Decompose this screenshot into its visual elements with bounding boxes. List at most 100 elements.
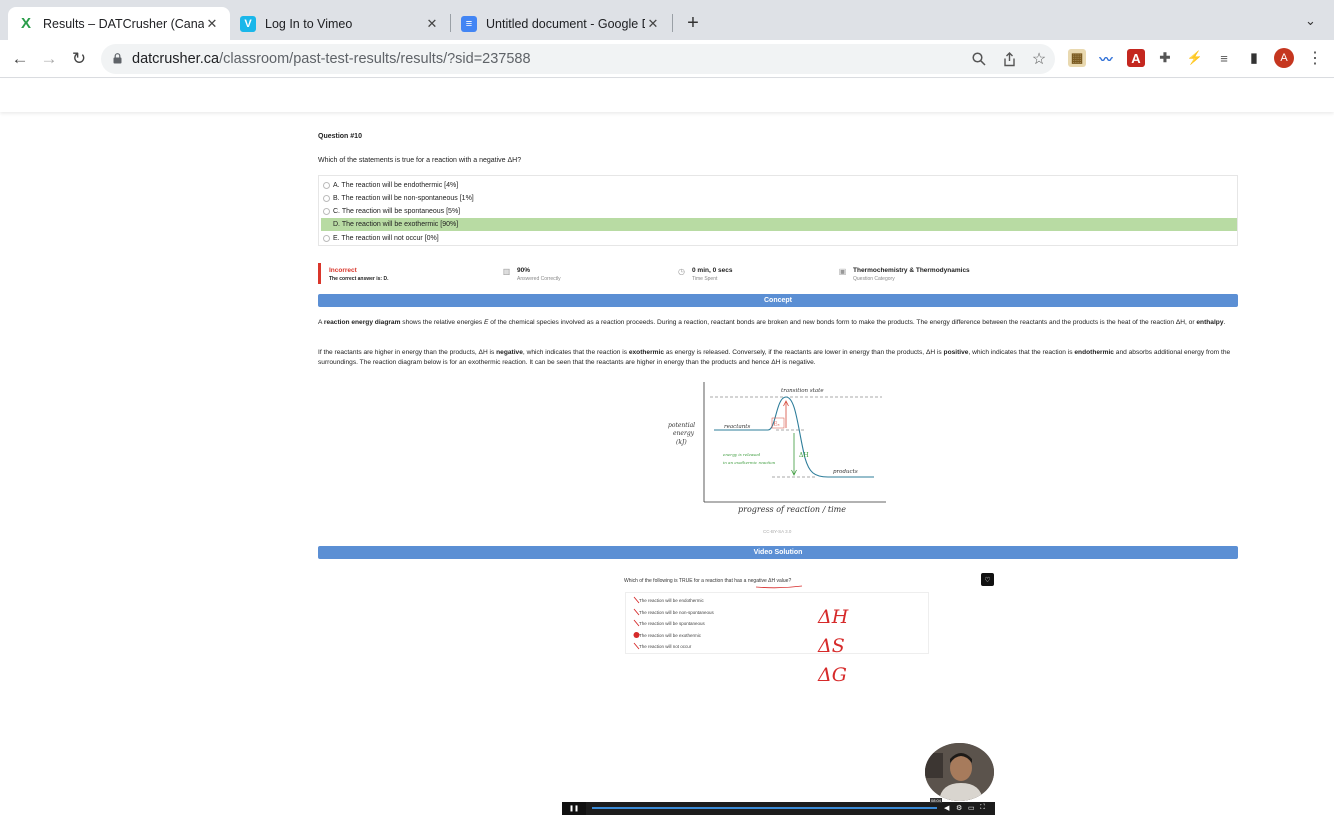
video-question-text: Which of the following is TRUE for a rea… — [624, 578, 792, 584]
radio-icon[interactable] — [323, 182, 330, 189]
media-queue-icon[interactable]: ≡ — [1215, 49, 1233, 67]
percent-correct: 90% — [517, 267, 531, 274]
result-status: Incorrect — [329, 267, 357, 274]
results-content: Question #10 Which of the statements is … — [318, 112, 1238, 834]
video-choice: The reaction will be non-spontaneous — [639, 610, 714, 615]
radio-icon[interactable] — [323, 208, 330, 215]
radio-icon[interactable] — [323, 221, 330, 228]
handwriting-dh: ΔH — [818, 606, 849, 628]
pip-icon[interactable]: ▭ — [968, 804, 975, 812]
tab-title: Results – DATCrusher (Canadian — [43, 16, 204, 31]
transition-state-label: transition state — [781, 388, 824, 394]
question-text: Which of the statements is true for a re… — [318, 157, 522, 164]
image-credit: CC-BY-SA 3.0 — [763, 529, 792, 534]
close-tab-icon[interactable]: ✕ — [645, 16, 661, 32]
close-tab-icon[interactable]: ✕ — [204, 16, 220, 32]
lock-icon — [113, 53, 122, 64]
google-docs-favicon-icon: ≡ — [461, 15, 477, 32]
video-choice: The reaction will not occur — [639, 644, 692, 649]
wave-extension-icon[interactable]: 〰 — [1097, 49, 1115, 67]
tab-strip: X Results – DATCrusher (Canadian ✕ V Log… — [0, 0, 1334, 40]
handwriting-ds: ΔS — [818, 635, 845, 657]
y-axis-label-2: energy — [673, 430, 695, 437]
tab-vimeo[interactable]: V Log In to Vimeo ✕ — [230, 7, 450, 40]
answer-choice[interactable]: B. The reaction will be non-spontaneous … — [321, 192, 1237, 205]
reload-icon[interactable]: ↻ — [68, 48, 90, 70]
tab-google-docs[interactable]: ≡ Untitled document - Google Docs ✕ — [451, 7, 671, 40]
tab-separator — [672, 14, 673, 32]
question-number: Question #10 — [318, 133, 362, 140]
datcrusher-favicon-icon: X — [20, 15, 31, 32]
share-icon[interactable] — [1000, 50, 1018, 68]
answer-choice-correct[interactable]: D. The reaction will be exothermic [90%] — [321, 218, 1237, 231]
incorrect-indicator — [318, 263, 321, 284]
y-axis-label-1: potential — [668, 422, 695, 429]
choice-label: A. The reaction will be endothermic [4%] — [333, 182, 459, 189]
fullscreen-icon[interactable]: ⛶ — [980, 804, 985, 812]
bar-chart-icon: ▥ — [502, 267, 511, 276]
tab-title: Untitled document - Google Docs — [486, 16, 645, 31]
video-progress-bar[interactable] — [592, 807, 937, 809]
video-choice: The reaction will be exothermic — [639, 633, 702, 638]
tab-search-chevron-icon[interactable]: ⌄ — [1305, 13, 1316, 29]
close-tab-icon[interactable]: ✕ — [424, 16, 440, 32]
choice-label: B. The reaction will be non-spontaneous … — [333, 195, 474, 202]
pause-button[interactable]: ❚❚ — [562, 802, 586, 815]
concept-paragraph-2: If the reactants are higher in energy th… — [318, 349, 1231, 366]
time-spent: 0 min, 0 secs — [692, 267, 733, 274]
profile-avatar[interactable]: A — [1274, 48, 1294, 68]
new-tab-plus-icon[interactable]: + — [682, 12, 704, 34]
extensions-puzzle-icon[interactable]: ✚ — [1156, 49, 1174, 67]
choice-label: E. The reaction will not occur [0%] — [333, 235, 439, 242]
calendar-icon: ▣ — [838, 267, 847, 276]
cross-out-marks — [633, 596, 640, 650]
presenter-webcam — [925, 743, 994, 801]
like-heart-icon[interactable]: ♡ — [981, 573, 994, 586]
released-label-2: in an exothermic reaction — [723, 460, 776, 465]
question-category: Thermochemistry & Thermodynamics — [853, 267, 970, 274]
video-solution-heading: Video Solution — [318, 546, 1238, 559]
reactants-label: reactants — [724, 424, 750, 430]
correct-answer-text: The correct answer is: D. — [329, 276, 389, 282]
presenter-avatar — [925, 743, 994, 801]
time-spent-label: Time Spent — [692, 276, 718, 282]
speed-extension-icon[interactable]: ⚡ — [1186, 49, 1204, 67]
vimeo-favicon-icon: V — [240, 15, 256, 32]
side-panel-icon[interactable]: ▮ — [1245, 49, 1263, 67]
tab-datcrusher[interactable]: X Results – DATCrusher (Canadian ✕ — [8, 7, 230, 40]
concept-paragraph-1: A reaction energy diagram shows the rela… — [318, 319, 1226, 326]
answer-choice[interactable]: E. The reaction will not occur [0%] — [321, 232, 1237, 245]
forward-arrow-icon[interactable]: → — [38, 48, 60, 70]
dh-label: ΔH — [799, 452, 809, 459]
video-choice-box: The reaction will be endothermic The rea… — [625, 592, 929, 654]
settings-gear-icon[interactable]: ⚙ — [956, 804, 962, 812]
volume-icon[interactable]: ◀ — [944, 804, 949, 812]
radio-icon[interactable] — [323, 195, 330, 202]
products-label: products — [833, 469, 858, 475]
browser-menu-icon[interactable]: ⋮ — [1307, 48, 1323, 68]
calculator-extension-icon[interactable]: ▦ — [1068, 49, 1086, 67]
ea-label: Eₐ — [774, 422, 780, 428]
tab-title: Log In to Vimeo — [265, 16, 353, 31]
video-choice: The reaction will be endothermic — [639, 598, 704, 603]
reaction-energy-diagram: Eₐ ΔH transition state reactants product… — [668, 382, 886, 503]
red-underline — [755, 585, 803, 589]
video-time: 08:04 — [930, 798, 943, 803]
radio-icon[interactable] — [323, 235, 330, 242]
answer-choice[interactable]: C. The reaction will be spontaneous [5%] — [321, 205, 1237, 218]
percent-correct-label: Answered Correctly — [517, 276, 561, 282]
choice-label: D. The reaction will be exothermic [90%] — [333, 221, 459, 228]
back-arrow-icon[interactable]: ← — [9, 48, 31, 70]
video-choice: The reaction will be spontaneous — [639, 621, 705, 626]
bookmark-star-icon[interactable]: ☆ — [1030, 50, 1048, 68]
result-stats: Incorrect The correct answer is: D. ▥ 90… — [318, 263, 1238, 284]
video-player[interactable]: Which of the following is TRUE for a rea… — [562, 566, 995, 816]
zoom-magnifier-icon[interactable] — [970, 50, 988, 68]
answer-choice[interactable]: A. The reaction will be endothermic [4%] — [321, 179, 1237, 192]
x-axis-label: progress of reaction / time — [738, 505, 846, 514]
clock-icon: ◷ — [678, 267, 685, 276]
url-text: datcrusher.ca/classroom/past-test-result… — [132, 51, 531, 67]
handwriting-dg: ΔG — [818, 664, 847, 686]
acrobat-extension-icon[interactable]: A — [1127, 49, 1145, 67]
address-bar[interactable]: datcrusher.ca/classroom/past-test-result… — [101, 44, 1055, 74]
